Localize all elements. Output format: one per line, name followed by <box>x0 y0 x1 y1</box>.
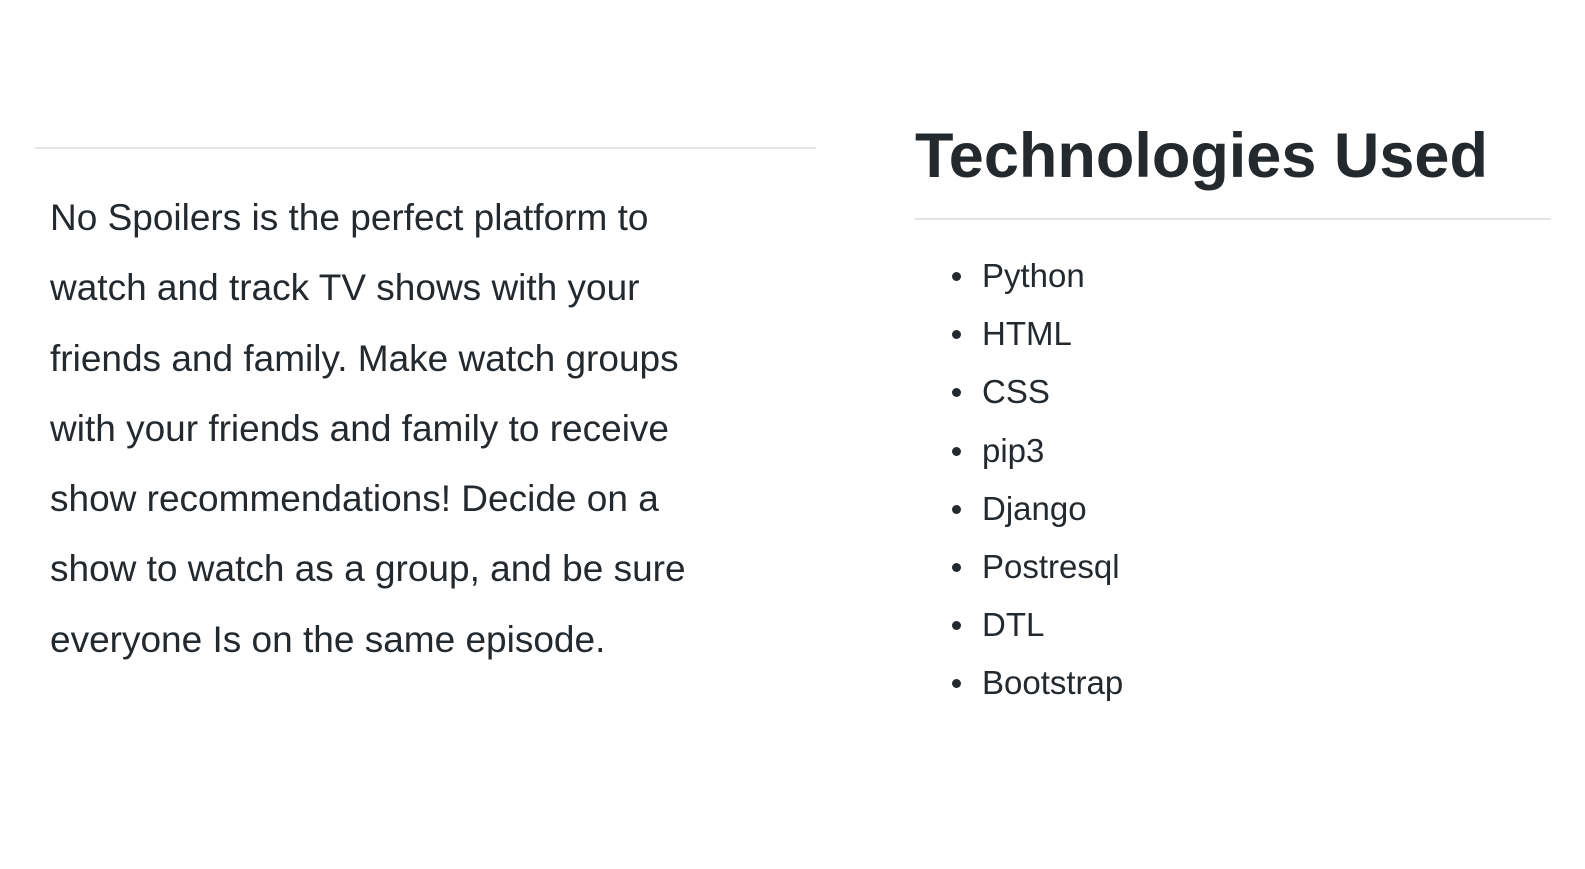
technology-label: Django <box>982 489 1087 527</box>
bullet-icon <box>952 330 961 340</box>
technology-label: CSS <box>982 373 1050 411</box>
heading-divider <box>915 218 1551 220</box>
list-item: CSS <box>915 363 1123 421</box>
list-item: HTML <box>915 305 1123 363</box>
bullet-icon <box>952 562 961 572</box>
technology-label: DTL <box>982 606 1045 644</box>
list-item: DTL <box>915 596 1123 654</box>
bullet-icon <box>952 679 961 689</box>
list-item: pip3 <box>915 422 1123 480</box>
list-item: Python <box>915 247 1123 305</box>
technologies-heading: Technologies Used <box>915 121 1488 191</box>
bullet-icon <box>952 446 961 456</box>
technology-label: Python <box>982 257 1085 294</box>
technology-label: Postresql <box>982 547 1120 585</box>
technologies-list: Python HTML CSS pip3 Django Postresql DT… <box>915 247 1123 713</box>
list-item: Postresql <box>915 538 1123 596</box>
list-item: Django <box>915 480 1123 538</box>
technology-label: Bootstrap <box>982 664 1124 702</box>
project-description: No Spoilers is the perfect platform to w… <box>50 197 686 660</box>
list-item: Bootstrap <box>915 654 1123 712</box>
bullet-icon <box>952 504 961 514</box>
technology-label: pip3 <box>982 431 1045 469</box>
bullet-icon <box>952 388 961 398</box>
bullet-icon <box>952 621 961 631</box>
bullet-icon <box>952 272 961 281</box>
section-divider <box>35 147 816 149</box>
technology-label: HTML <box>982 315 1072 353</box>
